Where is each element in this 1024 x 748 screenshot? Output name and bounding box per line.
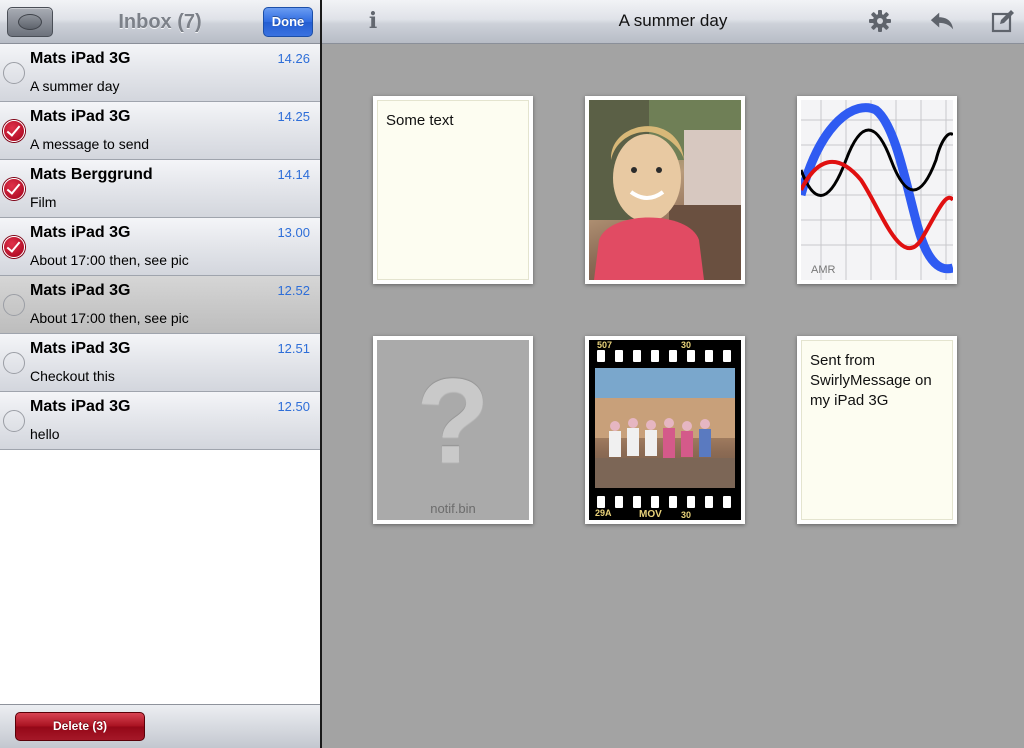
file-name: notif.bin bbox=[430, 501, 476, 516]
checked-circle-icon[interactable] bbox=[3, 178, 25, 200]
message-title: A summer day bbox=[618, 11, 728, 30]
message-list: Mats iPad 3G 14.26 A summer day Mats iPad 3… bbox=[0, 44, 320, 450]
message-row[interactable]: Mats iPad 3G 14.26 A summer day bbox=[0, 44, 320, 102]
toggle-knob-icon bbox=[18, 14, 42, 30]
message-time: 12.51 bbox=[277, 341, 310, 356]
note-text: Some text bbox=[386, 112, 454, 129]
message-sender: Mats Berggrund bbox=[30, 166, 153, 183]
audio-attachment[interactable]: AMR bbox=[797, 96, 957, 284]
unchecked-circle-icon[interactable] bbox=[3, 410, 25, 432]
photo-attachment[interactable] bbox=[585, 96, 745, 284]
message-sender: Mats iPad 3G bbox=[30, 224, 131, 241]
message-subject: hello bbox=[30, 426, 60, 442]
message-subject: Checkout this bbox=[30, 368, 115, 384]
amr-label: AMR bbox=[811, 264, 836, 276]
film-frame-number: 30 bbox=[681, 510, 692, 520]
photo-image bbox=[589, 100, 741, 280]
video-frame bbox=[595, 368, 735, 488]
message-row[interactable]: Mats iPad 3G 12.51 Checkout this bbox=[0, 334, 320, 392]
audio-waveform: AMR bbox=[801, 100, 953, 280]
message-detail-pane: i A summer day Some text AMR ? notif.bin… bbox=[322, 0, 1024, 748]
message-row[interactable]: Mats iPad 3G 14.25 A message to send bbox=[0, 102, 320, 160]
note-paper: Some text bbox=[377, 100, 529, 280]
film-strip: 507 30 29A MOV 30 bbox=[589, 340, 741, 520]
unknown-file-icon: ? notif.bin bbox=[377, 340, 529, 520]
unchecked-circle-icon[interactable] bbox=[3, 62, 25, 84]
message-subject: A message to send bbox=[30, 136, 150, 152]
gear-icon[interactable] bbox=[867, 8, 893, 34]
compose-icon[interactable] bbox=[990, 8, 1016, 34]
unknown-file-attachment[interactable]: ? notif.bin bbox=[373, 336, 533, 524]
message-row[interactable]: Mats iPad 3G 13.00 About 17:00 then, see p… bbox=[0, 218, 320, 276]
message-time: 13.00 bbox=[277, 225, 310, 240]
film-frame-number: 507 bbox=[597, 340, 613, 350]
checked-circle-icon[interactable] bbox=[3, 120, 25, 142]
message-sender: Mats iPad 3G bbox=[30, 50, 131, 67]
unchecked-circle-icon[interactable] bbox=[3, 294, 25, 316]
inbox-navbar: Inbox (7) Done bbox=[0, 0, 320, 44]
sidebar-toggle-button[interactable] bbox=[7, 7, 53, 37]
text-attachment[interactable]: Some text bbox=[373, 96, 533, 284]
delete-button[interactable]: Delete (3) bbox=[15, 712, 145, 741]
message-sender: Mats iPad 3G bbox=[30, 340, 131, 357]
unchecked-circle-icon[interactable] bbox=[3, 352, 25, 374]
message-time: 14.26 bbox=[277, 51, 310, 66]
video-format-label: MOV bbox=[639, 509, 662, 520]
message-sender: Mats iPad 3G bbox=[30, 282, 131, 299]
message-time: 12.52 bbox=[277, 283, 310, 298]
video-attachment[interactable]: 507 30 29A MOV 30 bbox=[585, 336, 745, 524]
message-subject: About 17:00 then, see pic bbox=[30, 252, 189, 268]
note-text: Sent from SwirlyMessage on my iPad 3G bbox=[810, 352, 932, 409]
done-button[interactable]: Done bbox=[263, 7, 313, 37]
message-time: 14.14 bbox=[277, 167, 310, 182]
message-row[interactable]: Mats Berggrund 14.14 Film bbox=[0, 160, 320, 218]
inbox-title: Inbox (7) bbox=[118, 11, 202, 33]
film-frame-number: 30 bbox=[681, 340, 692, 350]
message-row[interactable]: Mats iPad 3G 12.52 About 17:00 then, see p… bbox=[0, 276, 320, 334]
detail-navbar: i A summer day bbox=[322, 0, 1024, 44]
inbox-pane: Inbox (7) Done Mats iPad 3G 14.26 A summer… bbox=[0, 0, 320, 748]
question-mark-icon: ? bbox=[416, 354, 490, 488]
message-time: 12.50 bbox=[277, 399, 310, 414]
message-subject: About 17:00 then, see pic bbox=[30, 310, 189, 326]
reply-icon[interactable] bbox=[929, 8, 955, 34]
film-frame-number: 29A bbox=[595, 508, 612, 518]
inbox-toolbar: Delete (3) bbox=[0, 704, 320, 748]
message-subject: A summer day bbox=[30, 78, 120, 94]
checked-circle-icon[interactable] bbox=[3, 236, 25, 258]
message-time: 14.25 bbox=[277, 109, 310, 124]
note-paper: Sent from SwirlyMessage on my iPad 3G bbox=[801, 340, 953, 520]
message-sender: Mats iPad 3G bbox=[30, 398, 131, 415]
message-row[interactable]: Mats iPad 3G 12.50 hello bbox=[0, 392, 320, 450]
message-sender: Mats iPad 3G bbox=[30, 108, 131, 125]
text-attachment[interactable]: Sent from SwirlyMessage on my iPad 3G bbox=[797, 336, 957, 524]
message-subject: Film bbox=[30, 194, 57, 210]
